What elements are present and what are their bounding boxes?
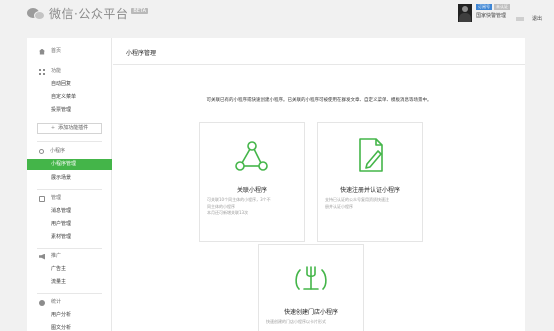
card-title: 关联小程序	[236, 187, 267, 194]
sidebar-item-mini-program-management[interactable]: 小程序管理	[27, 159, 112, 170]
card-description: 可关联10个同主体的小程序，3个不 同主体的小程序 本月还可新增关联13次	[207, 197, 297, 217]
sidebar-section-mini-program: 小程序	[27, 146, 112, 157]
sidebar-item-article-analysis[interactable]: 图文分析	[27, 323, 112, 331]
sidebar-item-publisher[interactable]: 流量主	[27, 277, 112, 288]
sidebar-section-label: 小程序	[50, 148, 66, 154]
divider	[37, 293, 102, 294]
wechat-logo[interactable]: 微信·公众平台 BETA	[27, 5, 149, 22]
sidebar-section-label: 推广	[51, 253, 62, 259]
management-icon	[39, 195, 45, 202]
card-desc-line: 快速创建的门店小程序以卡片形式	[266, 319, 326, 324]
link-mini-program-card[interactable]: 关联小程序 可关联10个同主体的小程序，3个不 同主体的小程序 本月还可新增关联…	[199, 122, 305, 242]
logo-text: 微信·公众平台	[49, 7, 129, 21]
user-area: 订阅号 未认证 国家快警管理 退出	[457, 4, 542, 22]
card-desc-line: 本月还可新增关联13次	[207, 210, 249, 216]
wechat-icon	[27, 7, 45, 21]
sidebar-item-vote[interactable]: 投票管理	[27, 105, 112, 116]
sidebar-section-label: 管理	[51, 195, 62, 201]
beta-badge: BETA	[131, 7, 149, 14]
megaphone-icon	[39, 253, 45, 260]
sidebar-section-label: 功能	[51, 68, 62, 74]
card-desc-line: 支持已认证的公众号复用资质快速注	[325, 197, 389, 202]
divider	[113, 64, 525, 65]
message-icon[interactable]	[515, 17, 524, 21]
grid-icon	[39, 68, 45, 75]
sidebar-section-features: 功能	[27, 66, 112, 77]
sidebar-item-auto-reply[interactable]: 自动回复	[27, 79, 112, 90]
page-title: 小程序管理	[126, 50, 157, 57]
sidebar-item-users[interactable]: 用户管理	[27, 219, 112, 230]
quick-register-mini-program-card[interactable]: 快速注册并认证小程序 支持已认证的公众号复用资质快速注 册并认证小程序	[317, 122, 423, 242]
card-title: 快速创建门店小程序	[283, 309, 338, 316]
sidebar: 首页 功能 自动回复 自定义菜单 投票管理 + 添加功能插件 小程序 小程序管理 …	[27, 38, 112, 331]
sidebar-item-label: 首页	[51, 48, 62, 54]
card-title: 快速注册并认证小程序	[339, 187, 400, 194]
divider	[37, 189, 102, 190]
account-type-badge: 订阅号	[475, 4, 492, 10]
sidebar-item-home[interactable]: 首页	[27, 46, 112, 57]
sidebar-section-management: 管理	[27, 193, 112, 204]
add-plugin-label: 添加功能插件	[58, 125, 89, 131]
avatar[interactable]	[457, 4, 472, 22]
share-nodes-icon	[200, 137, 304, 175]
sidebar-section-promotion: 推广	[27, 251, 112, 262]
sidebar-item-messages[interactable]: 消息管理	[27, 206, 112, 217]
card-description: 支持已认证的公众号复用资质快速注 册并认证小程序	[325, 197, 415, 210]
divider	[37, 141, 102, 142]
card-description: 快速创建的门店小程序以卡片形式	[266, 319, 356, 326]
sidebar-section-label: 统计	[51, 299, 62, 305]
verify-status-badge: 未认证	[493, 4, 510, 10]
link-icon	[39, 149, 44, 154]
intro-text: 可关联已有的小程序或快速创建小程序。已关联的小程序可被使用在群发文章、自定义菜单…	[206, 98, 432, 103]
plus-icon: +	[50, 125, 56, 131]
sidebar-item-user-analysis[interactable]: 用户分析	[27, 310, 112, 321]
card-desc-line: 可关联10个同主体的小程序，3个不	[207, 197, 271, 202]
home-icon	[39, 48, 45, 55]
divider	[37, 248, 102, 249]
document-edit-icon	[318, 137, 422, 175]
add-plugin-button[interactable]: + 添加功能插件	[37, 123, 102, 134]
quick-create-store-mini-program-card[interactable]: 快速创建门店小程序 快速创建的门店小程序以卡片形式	[258, 244, 364, 331]
sidebar-item-custom-menu[interactable]: 自定义菜单	[27, 92, 112, 103]
sidebar-section-statistics: 统计	[27, 297, 112, 308]
card-desc-line: 册并认证小程序	[325, 203, 353, 209]
store-location-icon	[259, 259, 363, 297]
top-bar: 微信·公众平台 BETA 订阅号 未认证 国家快警管理 退出	[0, 0, 554, 30]
sidebar-item-advertiser[interactable]: 广告主	[27, 264, 112, 275]
logout-link[interactable]: 退出	[532, 15, 542, 22]
statistics-icon	[39, 299, 45, 306]
sidebar-item-materials[interactable]: 素材管理	[27, 232, 112, 243]
main-panel: 首页 功能 自动回复 自定义菜单 投票管理 + 添加功能插件 小程序 小程序管理 …	[27, 38, 525, 331]
sidebar-item-display-scenes[interactable]: 展示场景	[27, 173, 112, 184]
account-name[interactable]: 国家快警管理	[476, 12, 510, 19]
